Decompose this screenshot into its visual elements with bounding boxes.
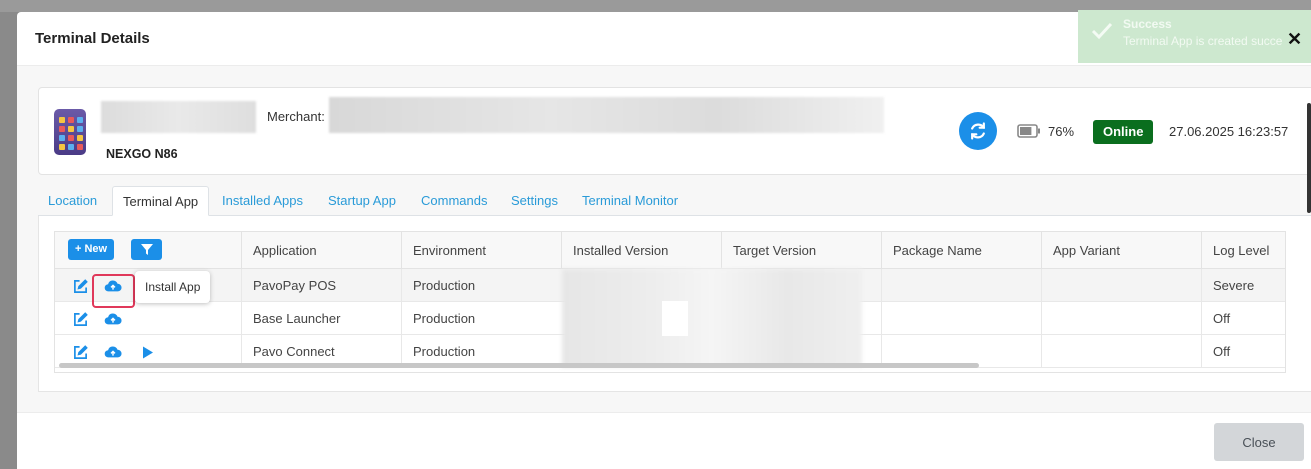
edit-button[interactable] [71, 310, 89, 328]
package-name-cell [881, 302, 1042, 335]
merchant-name-redacted [329, 97, 884, 133]
merchant-label: Merchant: [267, 109, 325, 124]
horizontal-scrollbar[interactable] [59, 363, 979, 368]
sync-button[interactable] [959, 112, 997, 150]
log-level-cell: Off [1201, 302, 1285, 335]
new-button[interactable]: + New [68, 239, 115, 260]
app-variant-cell [1041, 302, 1202, 335]
cloud-upload-icon [104, 313, 122, 325]
column-header-log-level[interactable]: Log Level [1201, 232, 1285, 269]
check-icon [1091, 22, 1113, 40]
start-app-button[interactable] [139, 343, 157, 361]
package-name-cell [881, 269, 1042, 302]
install-app-tooltip: Install App [135, 271, 211, 303]
tab-location[interactable]: Location [38, 186, 107, 216]
app-variant-cell [1041, 269, 1202, 302]
filter-icon [140, 244, 153, 255]
terminal-app-panel: + New Application Environment Installed … [38, 216, 1311, 392]
terminal-model: NEXGO N86 [106, 147, 178, 161]
log-level-cell: Severe [1201, 269, 1285, 302]
tab-bar: Location Terminal App Installed Apps Sta… [38, 186, 1311, 216]
install-app-button[interactable] [104, 343, 122, 361]
redaction-patch [662, 301, 688, 336]
version-values-redacted [562, 269, 862, 367]
column-header-package-name[interactable]: Package Name [881, 232, 1042, 269]
last-seen-datetime: 27.06.2025 16:23:57 [1169, 124, 1289, 139]
cloud-upload-icon [104, 346, 122, 358]
terminal-summary-card: NEXGO N86 Merchant: 76% Online 27.06.202… [38, 87, 1311, 175]
edit-button[interactable] [71, 277, 89, 295]
modal-footer: Close [17, 412, 1311, 469]
application-cell: Base Launcher [241, 302, 402, 335]
install-app-button[interactable] [104, 310, 122, 328]
log-level-cell: Off [1201, 335, 1285, 368]
tab-settings[interactable]: Settings [501, 186, 568, 216]
terminal-app-grid: + New Application Environment Installed … [54, 231, 1286, 373]
terminal-details-modal: Terminal Details NEXGO N86 Merchant: 76%… [17, 12, 1311, 469]
application-cell: PavoPay POS [241, 269, 402, 302]
column-header-environment[interactable]: Environment [401, 232, 562, 269]
edit-icon [73, 278, 88, 293]
success-toast: Success Terminal App is created succe [1078, 10, 1311, 63]
grid-header: + New Application Environment Installed … [55, 232, 1285, 269]
column-header-application[interactable]: Application [241, 232, 402, 269]
app-variant-cell [1041, 335, 1202, 368]
play-icon [143, 346, 153, 358]
filter-button[interactable] [131, 239, 162, 260]
column-header-target-version[interactable]: Target Version [721, 232, 882, 269]
serial-number-redacted [101, 101, 256, 133]
tab-terminal-monitor[interactable]: Terminal Monitor [572, 186, 688, 216]
close-icon[interactable]: ✕ [1287, 29, 1302, 50]
battery-icon [1017, 124, 1040, 138]
column-header-installed-version[interactable]: Installed Version [561, 232, 722, 269]
close-button[interactable]: Close [1214, 423, 1304, 461]
environment-cell: Production [401, 269, 562, 302]
tab-terminal-app[interactable]: Terminal App [112, 186, 210, 216]
device-icon [54, 109, 86, 155]
toast-title: Success [1123, 17, 1172, 31]
tab-installed-apps[interactable]: Installed Apps [212, 186, 313, 216]
edit-icon [73, 311, 88, 326]
tab-startup-app[interactable]: Startup App [318, 186, 406, 216]
edit-icon [73, 344, 88, 359]
battery-level: 76% [1048, 124, 1075, 139]
vertical-scrollbar[interactable] [1307, 103, 1311, 213]
toast-message: Terminal App is created succe [1123, 34, 1283, 48]
tab-commands[interactable]: Commands [411, 186, 497, 216]
status-badge: Online [1093, 120, 1154, 144]
edit-button[interactable] [71, 343, 89, 361]
sync-icon [971, 122, 985, 140]
modal-title: Terminal Details [35, 30, 150, 47]
column-header-app-variant[interactable]: App Variant [1041, 232, 1202, 269]
modal-body: NEXGO N86 Merchant: 76% Online 27.06.202… [17, 66, 1311, 412]
environment-cell: Production [401, 302, 562, 335]
install-button-highlight [92, 274, 135, 308]
